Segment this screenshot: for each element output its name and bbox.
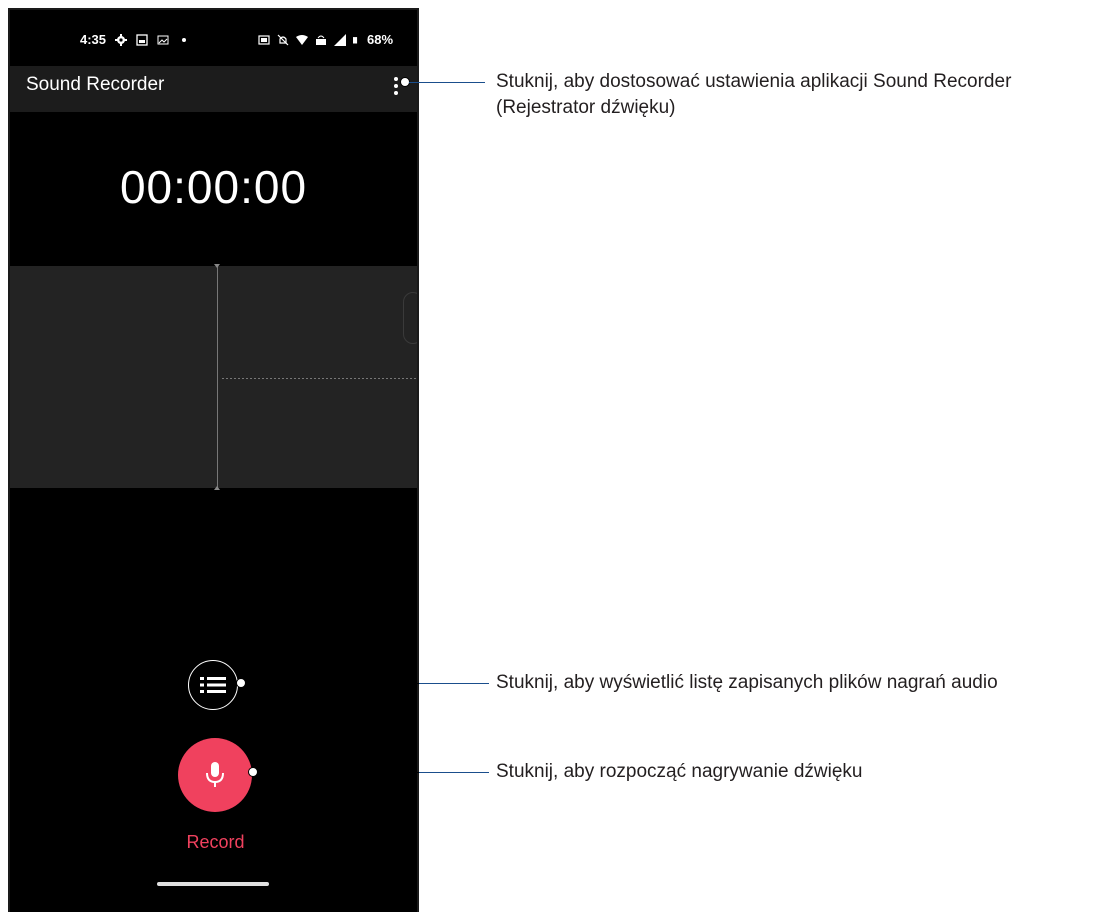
lte-icon (316, 35, 326, 45)
record-button[interactable] (178, 738, 252, 812)
list-icon (200, 677, 226, 693)
callout-text-record: Stuknij, aby rozpocząć nagrywanie dźwięk… (496, 761, 863, 782)
notification-dot-icon (182, 37, 187, 42)
waveform-baseline (222, 378, 417, 379)
settings-gear-icon (115, 33, 128, 46)
callout-line-list-blue (419, 683, 489, 684)
callout-line-menu (409, 82, 485, 83)
battery-percent: 68% (367, 32, 394, 47)
waveform-scroll-handle[interactable] (403, 292, 417, 344)
home-indicator[interactable] (157, 882, 269, 886)
status-bar: 4:35 68% (10, 10, 417, 66)
app-title: Sound Recorder (26, 74, 165, 95)
battery-icon (353, 36, 358, 43)
playhead-line (217, 266, 218, 488)
callout-text-menu: Stuknij, aby dostosować ustawienia aplik… (496, 71, 1012, 118)
recordings-list-button[interactable] (188, 660, 238, 710)
playhead-top-marker (214, 264, 220, 268)
callout-line-record-black (257, 772, 419, 773)
callout-line-record-blue (419, 772, 489, 773)
record-label: Record (186, 832, 245, 852)
status-time: 4:35 (80, 32, 107, 47)
gallery-icon (157, 35, 169, 44)
mute-icon (277, 34, 289, 45)
microphone-icon (206, 762, 224, 787)
playhead-bottom-marker (214, 486, 220, 490)
wifi-icon (296, 34, 308, 45)
signal-icon (334, 33, 346, 46)
callout-text-list: Stuknij, aby wyświetlić listę zapisanych… (496, 672, 998, 693)
recording-timer: 00:00:00 (119, 161, 308, 213)
callout-line-list-black (245, 683, 419, 684)
nfc-icon (258, 34, 270, 45)
screenshot-icon (136, 33, 148, 46)
more-options-icon (394, 77, 398, 81)
app-bar: Sound Recorder (10, 66, 417, 112)
phone-screen: 4:35 68% Sound Recorder 00:00:00 Record (8, 8, 419, 912)
waveform-area (10, 264, 417, 490)
